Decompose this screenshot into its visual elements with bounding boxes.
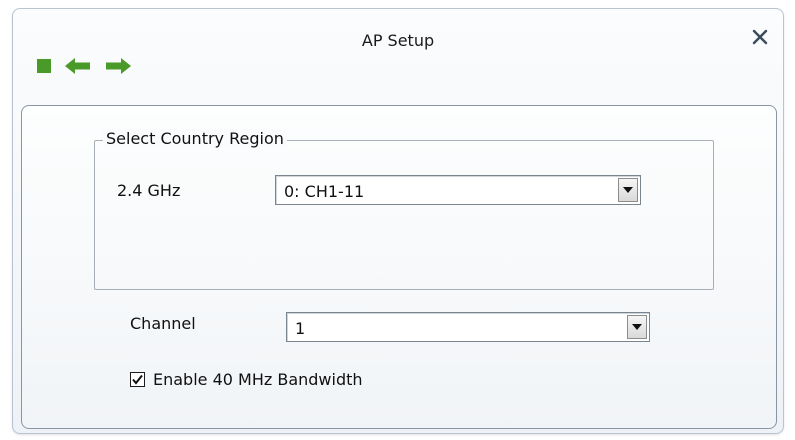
chevron-down-icon [623, 187, 633, 193]
left-arrow-icon [65, 58, 90, 74]
ap-setup-dialog: AP Setup Select Country Region 2.4 GHz 0… [12, 8, 784, 434]
stop-button[interactable] [35, 57, 53, 75]
band-label: 2.4 GHz [117, 181, 181, 200]
channel-label: Channel [130, 314, 196, 333]
green-square-icon [37, 59, 51, 73]
toolbar [35, 49, 143, 83]
close-button[interactable] [747, 23, 773, 51]
country-region-group: Select Country Region 2.4 GHz 0: CH1-11 [94, 129, 714, 290]
region-select-value: 0: CH1-11 [284, 182, 365, 201]
settings-panel: Select Country Region 2.4 GHz 0: CH1-11 … [21, 105, 777, 429]
channel-select[interactable]: 1 [286, 312, 650, 342]
bandwidth-checkbox[interactable] [130, 372, 145, 387]
chevron-down-icon [632, 324, 642, 330]
region-select[interactable]: 0: CH1-11 [275, 175, 641, 205]
right-arrow-icon [106, 58, 131, 74]
close-icon [752, 29, 768, 45]
country-region-legend: Select Country Region [103, 129, 287, 148]
channel-select-value: 1 [295, 319, 306, 338]
bandwidth-label: Enable 40 MHz Bandwidth [153, 370, 363, 389]
forward-button[interactable] [103, 56, 133, 76]
back-button[interactable] [63, 56, 93, 76]
region-dropdown-button[interactable] [618, 178, 638, 202]
channel-dropdown-button[interactable] [627, 315, 647, 339]
checkmark-icon [132, 374, 143, 385]
bandwidth-option[interactable]: Enable 40 MHz Bandwidth [130, 370, 363, 389]
dialog-title: AP Setup [361, 31, 435, 50]
